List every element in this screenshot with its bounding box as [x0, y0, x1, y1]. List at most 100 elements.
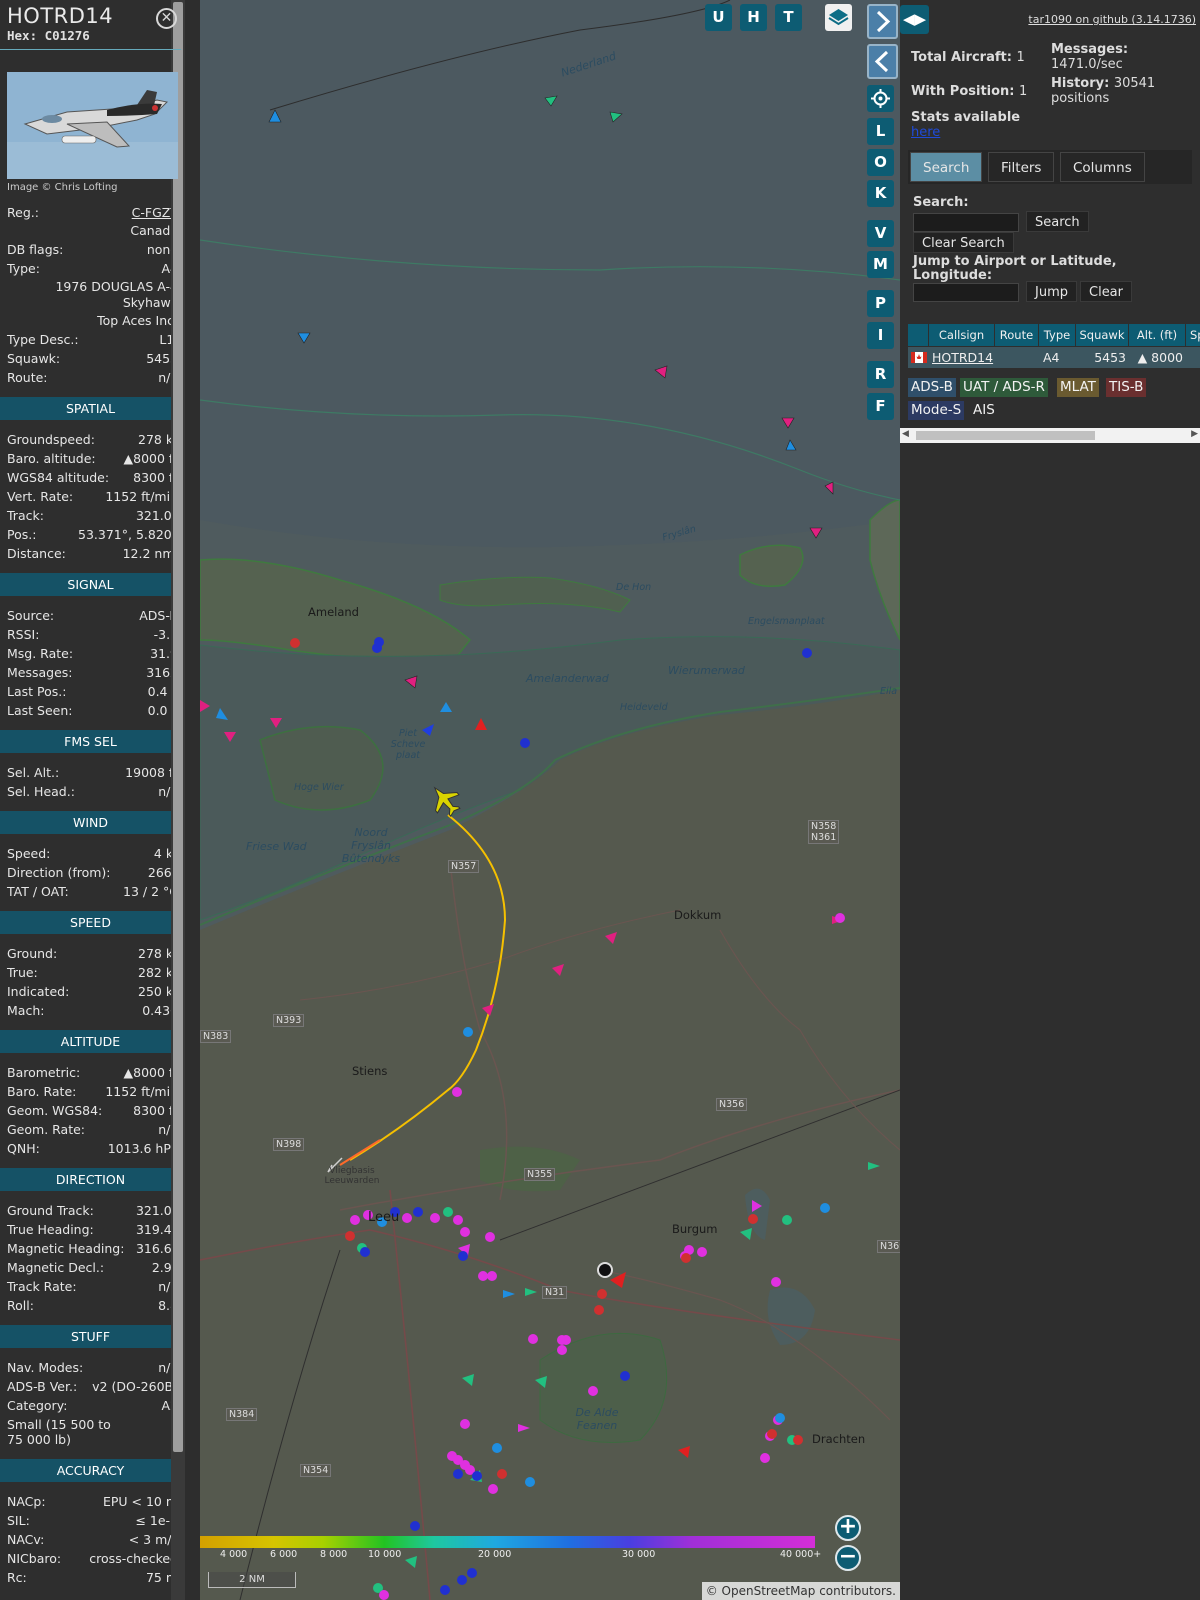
map-view[interactable]: Nederland Ameland Amelanderwad Wierumerw…: [200, 0, 900, 1600]
section-signal: Source: ADS-B RSSI: -3.7 Msg. Rate: 31.9 Messa…: [0, 596, 185, 726]
info-row-label: Rc:: [7, 1570, 27, 1585]
scrollbar-thumb[interactable]: [916, 431, 1095, 440]
side-button-i[interactable]: I: [867, 322, 894, 349]
info-row: Barometric: ▲8000 ft: [7, 1063, 178, 1082]
altitude-tick-label: 10 000: [368, 1549, 402, 1560]
table-header-route[interactable]: Route: [995, 324, 1039, 346]
side-button-k[interactable]: K: [867, 180, 894, 207]
info-row-label: SIL:: [7, 1513, 30, 1528]
section-header-speed: SPEED: [0, 911, 181, 934]
chevron-left-icon[interactable]: [867, 44, 898, 79]
map-label-amelanderwad: Amelanderwad: [526, 672, 609, 685]
row-callsign[interactable]: HOTRD14: [929, 347, 995, 368]
source-ais[interactable]: AIS: [970, 401, 998, 420]
button-h[interactable]: H: [740, 4, 767, 31]
info-panel-scrollbar[interactable]: [171, 0, 185, 1600]
info-row-label: Msg. Rate:: [7, 646, 74, 661]
row-squawk: 5453: [1076, 347, 1129, 368]
row-speed: [1186, 347, 1200, 368]
section-header-wind: WIND: [0, 811, 181, 834]
table-header-flag: [908, 324, 929, 346]
side-button-r[interactable]: R: [867, 361, 894, 388]
clear-search-button[interactable]: Clear Search: [913, 232, 1014, 253]
map-label-dokkum: Dokkum: [674, 908, 722, 922]
squawk-label: Squawk:: [7, 351, 61, 366]
zoom-in-button[interactable]: +: [835, 1515, 861, 1541]
search-input[interactable]: [913, 213, 1019, 232]
messages-label: Messages:: [1051, 42, 1129, 57]
info-row: Track: 321.0°: [7, 506, 178, 525]
info-row: Last Seen: 0.0 s: [7, 701, 178, 720]
info-row-label: Speed:: [7, 846, 51, 861]
table-horizontal-scrollbar[interactable]: ◀ ▶: [900, 428, 1200, 443]
info-row: RSSI: -3.7: [7, 625, 178, 644]
button-t[interactable]: T: [775, 4, 802, 31]
scrollbar-thumb[interactable]: [173, 2, 183, 1452]
tab-filters[interactable]: Filters: [988, 152, 1055, 182]
map-label-stiens: Stiens: [352, 1064, 388, 1078]
info-row-value: 13 / 2 °C: [123, 884, 178, 899]
side-button-f[interactable]: F: [867, 393, 894, 420]
info-row-label: Category:: [7, 1398, 68, 1413]
info-row-value: cross-checked: [89, 1551, 178, 1566]
altitude-tick-label: 4 000: [220, 1549, 248, 1560]
aircraft-hex: Hex: C01276: [7, 28, 90, 43]
side-button-l[interactable]: L: [867, 118, 894, 145]
route-label: Route:: [7, 370, 48, 385]
right-panel: ◀▶ tar1090 on github (3.14.1736) Total A…: [900, 0, 1200, 1600]
button-u[interactable]: U: [705, 4, 732, 31]
layers-icon[interactable]: [825, 4, 852, 31]
info-row-label: ADS-B Ver.:: [7, 1379, 78, 1394]
zoom-out-button[interactable]: −: [835, 1545, 861, 1571]
section-header-signal: SIGNAL: [0, 573, 181, 596]
table-header-callsign[interactable]: Callsign: [929, 324, 995, 346]
side-button-p[interactable]: P: [867, 290, 894, 317]
clear-jump-button[interactable]: Clear: [1080, 281, 1132, 302]
map-attribution[interactable]: © OpenStreetMap contributors.: [701, 1582, 900, 1600]
info-row: WGS84 altitude: 8300 ft: [7, 468, 178, 487]
info-row: SIL: ≤ 1e-7: [7, 1511, 178, 1530]
source-adsb[interactable]: ADS-B: [908, 378, 956, 397]
type-label: Type:: [7, 261, 40, 276]
tab-columns[interactable]: Columns: [1060, 152, 1145, 182]
info-row: Distance: 12.2 nmi: [7, 544, 178, 563]
source-mlat[interactable]: MLAT: [1057, 378, 1099, 397]
with-position-value: 1: [1019, 84, 1028, 99]
github-link[interactable]: tar1090 on github (3.14.1736): [1028, 13, 1196, 26]
info-row-label: Magnetic Decl.:: [7, 1260, 105, 1275]
source-modes[interactable]: Mode-S: [908, 401, 965, 420]
info-row-label: Ground:: [7, 946, 58, 961]
info-row: Rc: 75 m: [7, 1568, 178, 1587]
settings-gear-icon[interactable]: [867, 85, 894, 112]
source-uat-adsr[interactable]: UAT / ADS-R: [960, 378, 1048, 397]
info-row: Sel. Alt.: 19008 ft: [7, 763, 178, 782]
source-tisb[interactable]: TIS-B: [1106, 378, 1147, 397]
stats-here-link[interactable]: here: [911, 125, 940, 140]
altitude-tick-label: 6 000: [270, 1549, 298, 1560]
stats-available: Stats available: [911, 110, 1021, 125]
left-right-arrows-icon[interactable]: ◀▶: [900, 5, 929, 34]
table-header-speed[interactable]: Sp: [1186, 324, 1200, 346]
search-button[interactable]: Search: [1026, 211, 1089, 232]
tab-bar: Search Filters Columns: [908, 150, 1192, 184]
table-header-type[interactable]: Type: [1039, 324, 1076, 346]
chevron-right-icon[interactable]: [867, 4, 898, 39]
tab-search[interactable]: Search: [910, 152, 983, 182]
section-header-direction: DIRECTION: [0, 1168, 181, 1191]
table-header-squawk[interactable]: Squawk: [1076, 324, 1129, 346]
side-button-m[interactable]: M: [867, 251, 894, 278]
jump-input[interactable]: [913, 283, 1019, 302]
info-row: Nav. Modes: n/a: [7, 1358, 178, 1377]
section-header-accuracy: ACCURACY: [0, 1459, 181, 1482]
scale-bar: 2 NM: [208, 1572, 296, 1588]
jump-button[interactable]: Jump: [1026, 281, 1077, 302]
messages-value: 1471.0/sec: [1051, 57, 1123, 72]
info-row-label: Pos.:: [7, 527, 37, 542]
side-button-o[interactable]: O: [867, 149, 894, 176]
aircraft-photo[interactable]: [7, 72, 178, 179]
side-button-v[interactable]: V: [867, 220, 894, 247]
info-row: QNH: 1013.6 hPa: [7, 1139, 178, 1158]
table-header-altitude[interactable]: Alt. (ft): [1129, 324, 1186, 346]
close-icon[interactable]: ✕: [156, 8, 177, 29]
info-row-value: 53.371°, 5.820°: [78, 527, 178, 542]
